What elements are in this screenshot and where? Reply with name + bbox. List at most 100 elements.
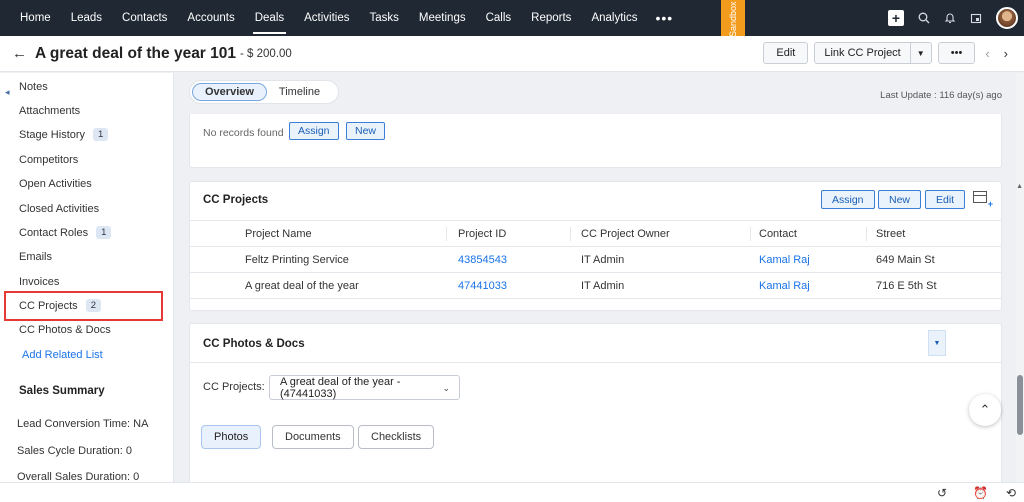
- tab-documents[interactable]: Documents: [272, 425, 354, 449]
- sidebar-item-competitors[interactable]: Competitors: [19, 154, 78, 166]
- add-related-list-link[interactable]: Add Related List: [22, 349, 103, 361]
- nav-more-button[interactable]: •••: [647, 10, 681, 26]
- sidebar-item-invoices[interactable]: Invoices: [19, 276, 59, 288]
- nav-accounts[interactable]: Accounts: [177, 0, 244, 36]
- plus-icon[interactable]: +: [888, 10, 904, 26]
- cc-projects-title: CC Projects: [203, 194, 269, 206]
- project-id-link[interactable]: 47441033: [458, 273, 507, 299]
- nav-contacts[interactable]: Contacts: [112, 0, 177, 36]
- sidebar-item-label: Invoices: [19, 276, 60, 288]
- sidebar-item-label: CC Projects: [19, 299, 78, 312]
- nav-reports[interactable]: Reports: [521, 0, 581, 36]
- tab-photos[interactable]: Photos: [201, 425, 262, 449]
- sidebar-item-stage-history[interactable]: Stage History 1: [19, 128, 109, 141]
- link-cc-project-button[interactable]: Link CC Project ▼: [814, 42, 932, 64]
- column-separator: [866, 227, 867, 241]
- edit-button[interactable]: Edit: [763, 42, 809, 64]
- column-separator: [570, 227, 571, 241]
- previous-record-icon[interactable]: ‹: [981, 46, 993, 61]
- nav-leads[interactable]: Leads: [61, 0, 112, 36]
- sidebar-item-cc-projects[interactable]: CC Projects 2: [19, 299, 101, 312]
- link-cc-project-label[interactable]: Link CC Project: [815, 43, 911, 63]
- tab-timeline[interactable]: Timeline: [267, 83, 332, 101]
- cc-projects-assign-button[interactable]: Assign: [821, 190, 875, 209]
- sidebar-item-closed-activities[interactable]: Closed Activities: [19, 203, 99, 215]
- scroll-up-arrow-icon[interactable]: ▲: [1016, 183, 1023, 190]
- cc-photos-docs-section: CC Photos & Docs ▼ CC Projects: A great …: [189, 323, 1002, 502]
- nav-meetings[interactable]: Meetings: [409, 0, 476, 36]
- sidebar-item-emails[interactable]: Emails: [19, 251, 52, 263]
- street-cell: 716 E 5th St: [876, 280, 937, 292]
- cc-projects-select-label: CC Projects:: [203, 381, 265, 393]
- page-scrollbar[interactable]: ▲: [1016, 73, 1024, 483]
- assign-button[interactable]: Assign: [289, 122, 339, 140]
- back-arrow-icon[interactable]: ←: [12, 45, 27, 62]
- nav-activities[interactable]: Activities: [294, 0, 359, 36]
- column-header-project-id[interactable]: Project ID: [458, 221, 506, 247]
- sidebar-item-notes[interactable]: Notes: [19, 81, 48, 93]
- alarm-clock-icon[interactable]: ⏰: [973, 486, 988, 500]
- scroll-to-top-button[interactable]: ⌃: [969, 394, 1001, 426]
- table-row[interactable]: Feltz Printing Service 43854543 IT Admin…: [190, 246, 1001, 272]
- sidebar-item-contact-roles[interactable]: Contact Roles 1: [19, 226, 112, 239]
- user-avatar[interactable]: [996, 7, 1018, 29]
- tab-overview[interactable]: Overview: [192, 83, 267, 101]
- nav-analytics[interactable]: Analytics: [581, 0, 647, 36]
- sidebar-item-label: Closed Activities: [19, 203, 100, 215]
- sales-cycle-duration: Sales Cycle Duration: 0: [17, 445, 132, 457]
- nav-utilities: +: [888, 0, 1024, 36]
- bottom-toolbar: ↺ ⏰ ⟲: [0, 482, 1024, 502]
- contact-link[interactable]: Kamal Raj: [759, 273, 810, 299]
- section-menu-caret-icon[interactable]: ▼: [928, 330, 946, 356]
- sidebar-item-label: Notes: [19, 81, 48, 93]
- cc-photos-docs-title: CC Photos & Docs: [203, 338, 305, 350]
- tab-checklists[interactable]: Checklists: [358, 425, 435, 449]
- history-icon[interactable]: ⟲: [1006, 486, 1016, 500]
- sidebar-item-label: CC Photos & Docs: [19, 324, 111, 336]
- nav-tasks[interactable]: Tasks: [360, 0, 409, 36]
- more-actions-button[interactable]: •••: [937, 42, 976, 64]
- next-record-icon[interactable]: ›: [1000, 46, 1012, 61]
- street-cell: 649 Main St: [876, 254, 935, 266]
- project-owner-cell: IT Admin: [581, 254, 625, 266]
- undo-activity-icon[interactable]: ↺: [937, 486, 947, 500]
- collapse-sidebar-icon[interactable]: ◂: [5, 87, 10, 98]
- calendar-icon[interactable]: [970, 12, 982, 24]
- lead-conversion-time: Lead Conversion Time: NA: [17, 418, 149, 430]
- sidebar-item-label: Competitors: [19, 154, 79, 166]
- nav-deals[interactable]: Deals: [245, 0, 294, 36]
- column-header-owner[interactable]: CC Project Owner: [581, 221, 670, 247]
- table-row[interactable]: A great deal of the year 47441033 IT Adm…: [190, 272, 1001, 298]
- sidebar-item-label: Emails: [19, 251, 53, 263]
- sidebar-item-cc-photos-docs[interactable]: CC Photos & Docs: [19, 324, 111, 336]
- search-icon[interactable]: [918, 12, 930, 24]
- project-name-cell[interactable]: A great deal of the year: [245, 273, 359, 299]
- project-name-cell[interactable]: Feltz Printing Service: [245, 247, 349, 273]
- sidebar-item-open-activities[interactable]: Open Activities: [19, 178, 92, 190]
- add-column-icon[interactable]: [973, 191, 993, 209]
- sidebar-item-label: Contact Roles: [19, 226, 89, 239]
- column-separator: [750, 227, 751, 241]
- cc-projects-edit-button[interactable]: Edit: [925, 190, 966, 209]
- header-actions: Edit Link CC Project ▼ ••• ‹ ›: [763, 42, 1012, 64]
- caret-down-icon[interactable]: ▼: [911, 43, 931, 63]
- scrollbar-thumb[interactable]: [1017, 375, 1023, 435]
- column-header-project-name[interactable]: Project Name: [245, 221, 312, 247]
- nav-calls[interactable]: Calls: [476, 0, 522, 36]
- sidebar-item-label: Open Activities: [19, 178, 92, 190]
- cc-project-select[interactable]: A great deal of the year - (47441033) ⌄: [269, 375, 460, 400]
- record-amount: - $ 200.00: [240, 47, 292, 60]
- sidebar-item-attachments[interactable]: Attachments: [19, 105, 80, 117]
- column-header-street[interactable]: Street: [876, 221, 905, 247]
- bell-icon[interactable]: [944, 12, 956, 24]
- cc-projects-new-button[interactable]: New: [878, 190, 922, 209]
- cc-projects-table: Project Name Project ID CC Project Owner…: [190, 220, 1001, 299]
- contact-link[interactable]: Kamal Raj: [759, 247, 810, 273]
- count-badge: 1: [96, 226, 112, 239]
- record-header: ← A great deal of the year 101 - $ 200.0…: [0, 36, 1024, 72]
- count-badge: 1: [93, 128, 109, 141]
- column-header-contact[interactable]: Contact: [759, 221, 797, 247]
- nav-home[interactable]: Home: [0, 0, 61, 36]
- project-id-link[interactable]: 43854543: [458, 247, 507, 273]
- new-button[interactable]: New: [346, 122, 386, 140]
